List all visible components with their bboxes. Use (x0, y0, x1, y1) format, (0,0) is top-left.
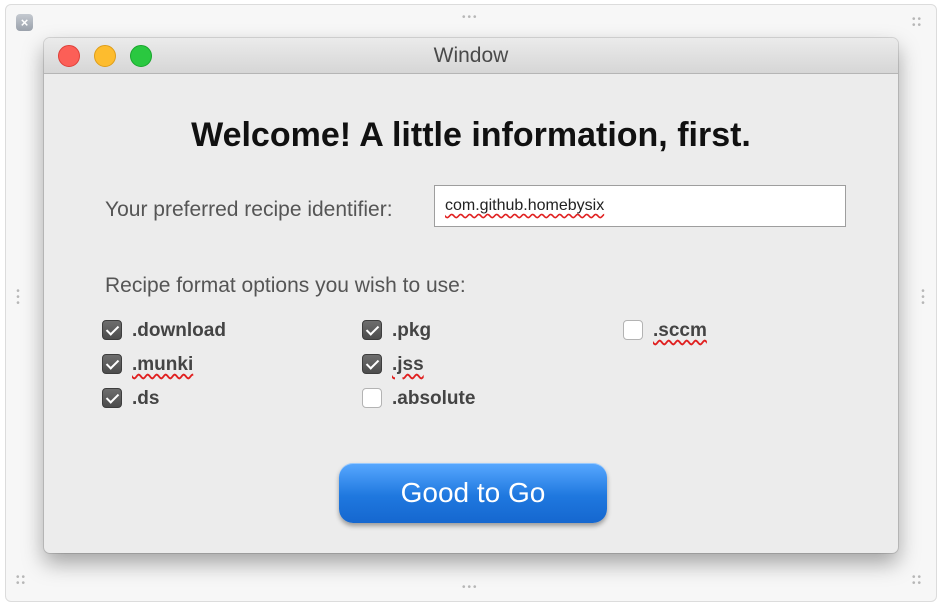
page-title: Welcome! A little information, first. (191, 116, 751, 154)
option-label: .ds (132, 388, 160, 409)
resize-handle-left[interactable]: • • • (16, 287, 22, 309)
option-label: .jss (392, 354, 424, 375)
checkmark-icon[interactable] (102, 320, 122, 340)
option-label: .sccm (653, 320, 707, 341)
checkbox-empty[interactable] (623, 320, 643, 340)
checkbox-empty[interactable] (362, 388, 382, 408)
resize-handle-top[interactable]: ••• (462, 13, 479, 23)
resize-handle-bottom-left[interactable]: •• •• (16, 573, 27, 589)
resize-handle-bottom[interactable]: ••• (462, 583, 479, 593)
resize-handle-bottom-right[interactable]: •• •• (912, 573, 923, 589)
option-label: .munki (132, 354, 194, 375)
option-label: .pkg (392, 320, 432, 341)
window-title: Window (433, 44, 509, 67)
resize-handle-top-right[interactable]: •• •• (912, 15, 923, 31)
formats-label: Recipe format options you wish to use: (105, 274, 466, 297)
checkmark-icon[interactable] (362, 320, 382, 340)
good-to-go-button[interactable]: Good to Go (339, 463, 607, 523)
resize-handle-right[interactable]: • • • (921, 287, 927, 309)
option-label: .download (132, 320, 226, 341)
identifier-label: Your preferred recipe identifier: (105, 198, 393, 221)
option-label: .absolute (392, 388, 476, 409)
close-icon[interactable]: × (16, 14, 33, 31)
checkmark-icon[interactable] (102, 388, 122, 408)
title-bar[interactable]: Window (44, 38, 898, 74)
checkmark-icon[interactable] (102, 354, 122, 374)
app-window: Window Welcome! A little information, fi… (44, 38, 898, 553)
identifier-input[interactable]: com.github.homebysix (434, 185, 846, 227)
checkmark-icon[interactable] (362, 354, 382, 374)
